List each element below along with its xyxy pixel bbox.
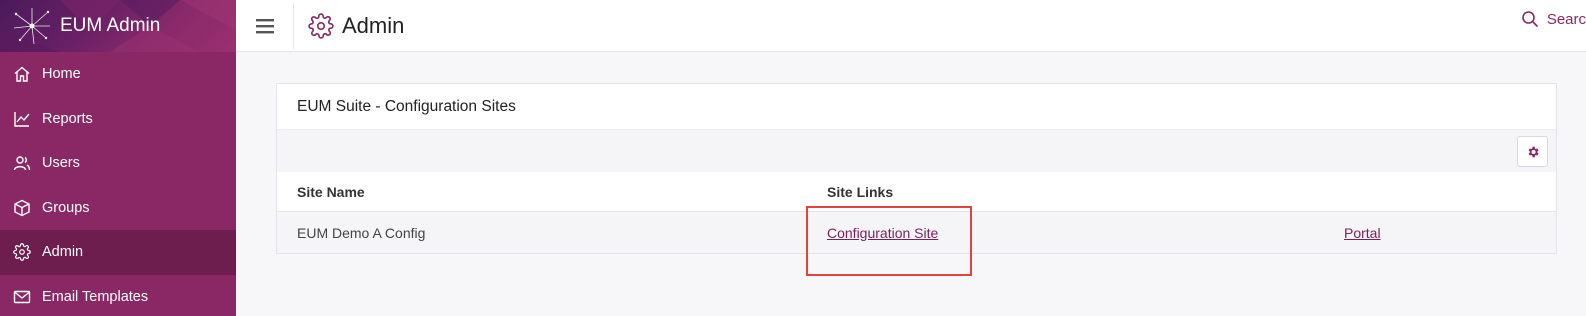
envelope-icon: [12, 287, 32, 307]
page-title: Admin: [342, 12, 405, 38]
top-header: Admin Searc: [236, 0, 1586, 52]
sidebar-item-label: Admin: [42, 244, 84, 261]
sidebar-item-reports[interactable]: Reports: [0, 97, 236, 142]
sidebar-item-label: Home: [42, 66, 81, 83]
users-icon: [12, 153, 32, 173]
page-heading: Admin: [308, 13, 404, 39]
sidebar-item-admin[interactable]: Admin: [0, 230, 236, 275]
table-toolbar: [277, 130, 1556, 172]
gear-icon: [12, 242, 32, 262]
network-logo-icon: [13, 8, 50, 45]
sidebar-item-label: Users: [42, 155, 80, 172]
sidebar-item-home[interactable]: Home: [0, 52, 236, 97]
column-header-site-name: Site Name: [297, 183, 365, 200]
sidebar-item-email-templates[interactable]: Email Templates: [0, 275, 236, 316]
sidebar: EUM Admin Home Reports Users Groups Admi…: [0, 0, 236, 316]
table-settings-button[interactable]: [1517, 136, 1548, 167]
brand[interactable]: EUM Admin: [0, 0, 236, 52]
column-header-site-links: Site Links: [827, 183, 894, 200]
cube-icon: [12, 198, 32, 218]
search-icon: [1522, 11, 1538, 28]
chart-line-icon: [12, 109, 32, 129]
search-button[interactable]: Searc: [1521, 10, 1586, 28]
sidebar-item-groups[interactable]: Groups: [0, 186, 236, 231]
configuration-sites-card: EUM Suite - Configuration Sites Site Nam…: [276, 83, 1557, 254]
table-header: Site Name Site Links: [277, 172, 1556, 212]
home-icon: [12, 64, 32, 84]
search-label: Searc: [1546, 10, 1586, 28]
gear-icon: [308, 12, 334, 39]
gear-icon: [1528, 146, 1539, 157]
sidebar-item-label: Groups: [42, 199, 90, 216]
site-name-cell: EUM Demo A Config: [297, 224, 426, 241]
sidebar-item-label: Email Templates: [42, 288, 149, 305]
configuration-site-link[interactable]: Configuration Site: [827, 225, 938, 241]
portal-link[interactable]: Portal: [1344, 225, 1381, 241]
hamburger-icon: [255, 18, 274, 33]
menu-toggle-button[interactable]: [236, 2, 294, 49]
sidebar-item-label: Reports: [42, 110, 93, 127]
sidebar-nav: Home Reports Users Groups Admin Email Te…: [0, 52, 236, 316]
card-title: EUM Suite - Configuration Sites: [277, 84, 1556, 130]
brand-title: EUM Admin: [60, 15, 161, 36]
sidebar-item-users[interactable]: Users: [0, 141, 236, 186]
table-row: EUM Demo A Config Configuration Site Por…: [277, 212, 1556, 253]
